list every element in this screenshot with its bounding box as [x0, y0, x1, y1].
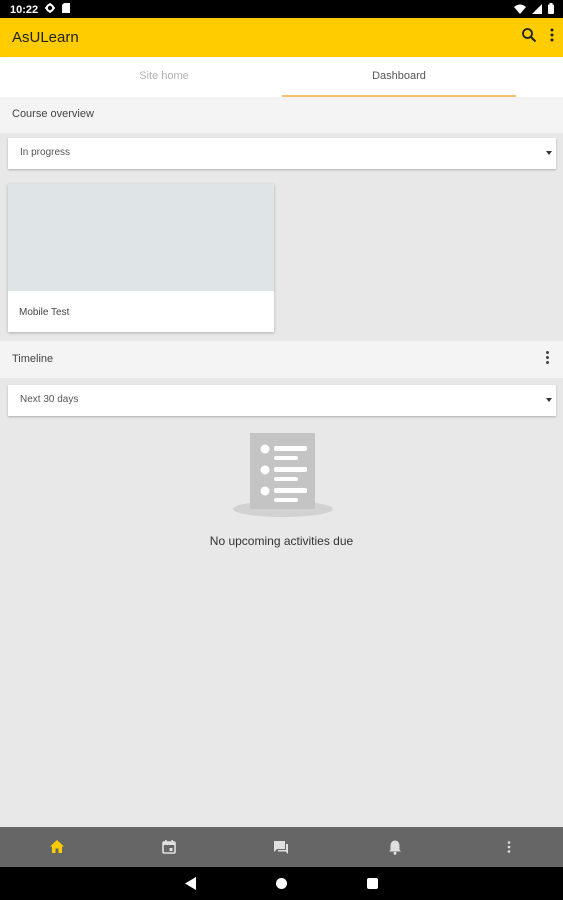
sd-card-icon [62, 3, 71, 16]
no-sim-icon [532, 3, 542, 17]
more-vert-icon[interactable] [549, 28, 555, 47]
app-title: AsULearn [12, 29, 79, 46]
timeline-filter-value: Next 30 days [20, 394, 79, 405]
notifications-icon[interactable] [386, 838, 404, 856]
status-bar: 10:22 [0, 0, 563, 18]
app-bar: AsULearn [0, 18, 563, 57]
more-vert-icon[interactable] [500, 838, 518, 856]
tab-bar: Site home Dashboard [0, 57, 563, 97]
course-overview-title: Course overview [12, 108, 94, 120]
timeline-more-icon[interactable] [542, 351, 552, 367]
course-title: Mobile Test [19, 307, 70, 318]
timeline-title: Timeline [12, 353, 54, 365]
settings-icon [45, 3, 56, 16]
home-icon[interactable] [48, 838, 66, 856]
search-icon[interactable] [521, 27, 537, 48]
course-filter-select[interactable]: In progress [8, 138, 556, 169]
course-filter-value: In progress [20, 147, 71, 158]
dropdown-arrow-icon [546, 151, 552, 155]
bottom-navigation [0, 827, 563, 867]
home-circle-icon[interactable] [276, 878, 287, 889]
dropdown-arrow-icon [546, 398, 552, 402]
calendar-icon[interactable] [160, 838, 178, 856]
messages-icon[interactable] [272, 838, 290, 856]
status-time: 10:22 [10, 3, 39, 16]
tab-dashboard[interactable]: Dashboard [282, 57, 516, 97]
course-card[interactable]: Mobile Test [8, 184, 274, 332]
empty-timeline-message: No upcoming activities due [209, 534, 354, 548]
tab-site-home[interactable]: Site home [47, 57, 281, 97]
recents-icon[interactable] [367, 878, 378, 889]
course-overview-header: Course overview [0, 97, 563, 133]
list-icon [228, 430, 338, 522]
course-image [8, 184, 274, 291]
battery-icon [548, 3, 554, 17]
back-icon[interactable] [185, 877, 197, 895]
timeline-header: Timeline [0, 341, 563, 378]
timeline-filter-select[interactable]: Next 30 days [8, 385, 556, 416]
system-navigation-bar [0, 867, 563, 900]
wifi-icon [514, 4, 526, 17]
